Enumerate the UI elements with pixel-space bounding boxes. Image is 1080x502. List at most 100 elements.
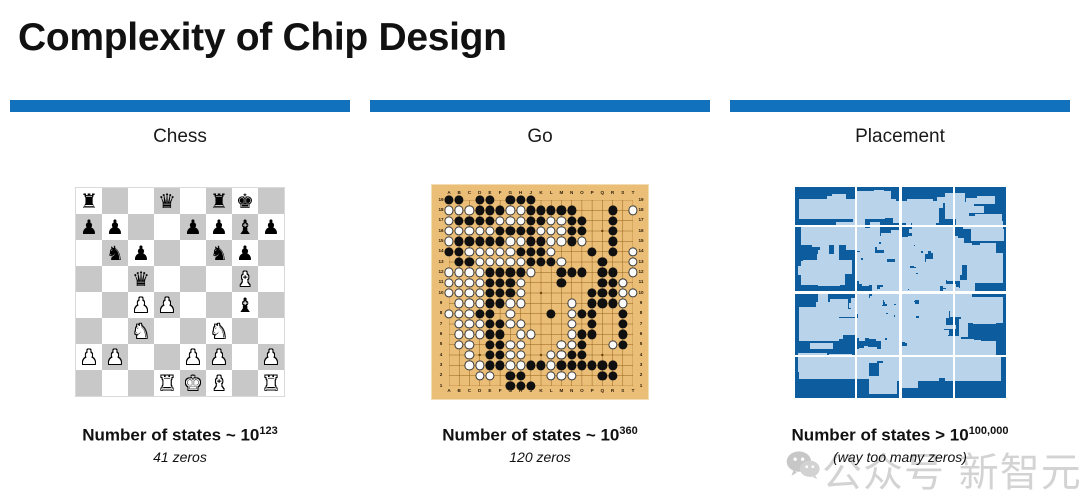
go-row-label: 7 — [639, 320, 643, 326]
chess-piece: ♞ — [210, 241, 228, 265]
go-column-label: N — [569, 388, 574, 393]
column-header-placement: Placement — [730, 100, 1070, 148]
floorplan-channel — [898, 186, 902, 398]
go-column-label: A — [447, 190, 451, 195]
floorplan-block — [968, 257, 975, 274]
column-label-placement: Placement — [855, 126, 945, 147]
go-row-label: 2 — [639, 372, 643, 378]
chess-square — [180, 240, 206, 266]
floorplan-block — [910, 246, 936, 252]
go-row-label: 4 — [439, 351, 443, 357]
go-column-label: Q — [600, 388, 605, 393]
chess-square: ♟ — [258, 214, 284, 240]
chess-square — [76, 318, 102, 344]
chess-piece: ♝ — [236, 215, 254, 239]
go-row-label: 3 — [439, 362, 443, 368]
go-board: A A B B C C D D E E F F G G H H J J K K L L M M N N O O P P Q Q R R S S T T 19… — [431, 184, 649, 400]
chess-square — [206, 266, 232, 292]
chess-square — [102, 370, 128, 396]
caption-exponent-placement: 100,000 — [968, 425, 1009, 437]
go-board-inner — [444, 195, 638, 391]
chess-square — [180, 292, 206, 318]
chess-square: ♟ — [180, 344, 206, 370]
chess-square — [180, 266, 206, 292]
floorplan-block — [817, 276, 841, 287]
chess-board: ♜ ♛ ♜ ♚ ♟ ♟ ♟ ♟ ♝ ♟ ♞ ♟ ♞ ♟ ♛ ♝ ♟ ♟ ♝ ♞ ♞ ♟ ♟ ♟ ♟ ♟ ♜ ♚ ♝ ♜ — [75, 187, 285, 397]
accent-rule-placement — [730, 100, 1070, 112]
go-row-label: 16 — [638, 227, 644, 233]
chess-square: ♟ — [232, 240, 258, 266]
go-row-label: 5 — [639, 341, 643, 347]
chess-square — [258, 318, 284, 344]
chess-piece: ♜ — [80, 189, 98, 213]
floorplan-block — [911, 232, 922, 245]
floorplan-block — [830, 358, 848, 366]
chess-piece: ♟ — [80, 215, 98, 239]
chess-square: ♟ — [258, 344, 284, 370]
chess-square — [206, 292, 232, 318]
chess-piece: ♟ — [236, 241, 254, 265]
column-label-chess: Chess — [153, 126, 207, 147]
go-row-label: 11 — [638, 279, 644, 285]
go-row-label: 9 — [439, 300, 443, 306]
go-row-label: 10 — [438, 289, 444, 295]
chess-square — [128, 370, 154, 396]
column-header-chess: Chess — [10, 100, 350, 148]
floorplan-block — [817, 250, 826, 263]
go-row-label: 8 — [439, 310, 443, 316]
chess-square: ♝ — [232, 214, 258, 240]
go-column-label: G — [508, 190, 513, 195]
chess-square: ♟ — [154, 292, 180, 318]
chess-piece: ♟ — [184, 345, 202, 369]
go-column-label: M — [559, 388, 564, 393]
chess-piece: ♞ — [132, 319, 150, 343]
chess-square: ♜ — [154, 370, 180, 396]
go-column-label: P — [590, 190, 594, 195]
figure-placement — [730, 182, 1070, 402]
go-column-label: J — [529, 388, 533, 393]
chess-square: ♟ — [206, 344, 232, 370]
chess-piece: ♚ — [184, 371, 202, 395]
go-row-label: 14 — [438, 248, 444, 254]
chess-square — [76, 266, 102, 292]
chess-piece: ♜ — [262, 371, 280, 395]
floorplan-block — [858, 259, 873, 268]
chess-piece: ♟ — [106, 345, 124, 369]
chess-piece: ♛ — [158, 189, 176, 213]
chess-piece: ♜ — [158, 371, 176, 395]
go-column-label: P — [590, 388, 594, 393]
column-header-go: Go — [370, 100, 710, 148]
chess-piece: ♟ — [262, 215, 280, 239]
go-column-label: L — [549, 388, 553, 393]
go-row-label: 6 — [639, 331, 643, 337]
floorplan-block — [973, 310, 997, 325]
chess-square: ♛ — [154, 188, 180, 214]
accent-rule-go — [370, 100, 710, 112]
go-row-label: 18 — [638, 207, 644, 213]
caption-main-placement: Number of states > 10100,000 — [730, 425, 1070, 446]
go-column-label: K — [539, 190, 543, 195]
chess-piece: ♟ — [80, 345, 98, 369]
floorplan-block — [930, 236, 946, 245]
floorplan-channel — [794, 224, 1006, 227]
caption-sub-placement: (way too many zeros) — [833, 448, 967, 465]
chess-square — [102, 188, 128, 214]
chess-square: ♟ — [102, 214, 128, 240]
go-column-label: S — [621, 388, 625, 393]
figure-go: A A B B C C D D E E F F G G H H J J K K L L M M N N O O P P Q Q R R S S T T 19… — [370, 182, 710, 402]
chess-piece: ♟ — [210, 345, 228, 369]
go-row-label: 19 — [438, 196, 444, 202]
chess-square: ♟ — [128, 240, 154, 266]
go-row-label: 10 — [638, 289, 644, 295]
chess-piece: ♛ — [132, 267, 150, 291]
chess-piece: ♚ — [236, 189, 254, 213]
floorplan-block — [887, 336, 900, 351]
go-column-label: T — [631, 190, 635, 195]
go-row-label: 13 — [438, 258, 444, 264]
go-column-label: D — [477, 190, 482, 195]
go-column-label: R — [610, 388, 615, 393]
go-column-label: N — [569, 190, 574, 195]
chess-square — [76, 292, 102, 318]
chip-floorplan — [793, 185, 1007, 399]
go-row-label: 18 — [438, 207, 444, 213]
